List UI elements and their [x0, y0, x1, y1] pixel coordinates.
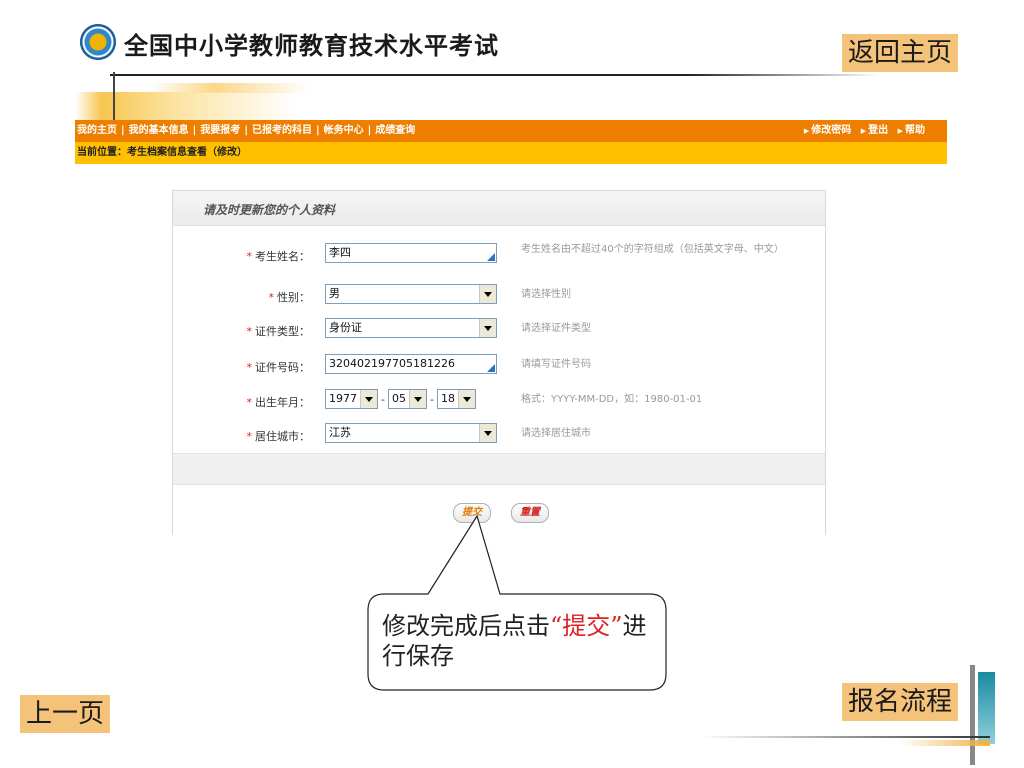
required-mark: *: [246, 396, 253, 409]
callout-text-before: 修改完成后点击: [382, 612, 550, 640]
birth-month-select[interactable]: 05: [387, 389, 427, 409]
prev-page-button[interactable]: 上一页: [20, 695, 111, 733]
nav-separator: |: [192, 125, 197, 136]
site-title: 全国中小学教师教育技术水平考试: [124, 32, 499, 60]
nav-registered-subjects[interactable]: 已报考的科目: [252, 125, 312, 136]
footer-decoration: [970, 665, 975, 765]
nav-separator: |: [121, 125, 125, 136]
name-input[interactable]: 李四: [325, 243, 497, 263]
gender-label: * 性别：: [268, 291, 311, 304]
nav-my-home[interactable]: 我的主页: [77, 125, 117, 136]
date-separator: -: [381, 392, 385, 406]
required-mark: *: [246, 250, 253, 263]
birth-hint: 格式：YYYY-MM-DD，如：1980-01-01: [521, 394, 703, 405]
arrow-right-icon: ▶: [897, 127, 903, 135]
nav-register-exam[interactable]: 我要报考: [200, 125, 240, 136]
required-mark: *: [246, 361, 253, 374]
name-label: * 考生姓名：: [246, 250, 311, 263]
form-row-name: * 考生姓名： 李四 考生姓名由不超过40个的字符组成（包括英文字母、中文）: [173, 243, 825, 269]
id-type-hint: 请选择证件类型: [521, 323, 591, 334]
panel-header: 请及时更新您的个人资料: [173, 191, 825, 226]
nav-separator: |: [315, 125, 320, 136]
registration-flow-button[interactable]: 报名流程: [842, 683, 959, 721]
nav-basic-info[interactable]: 我的基本信息: [129, 125, 189, 136]
date-separator: -: [429, 392, 434, 406]
nav-change-password[interactable]: 修改密码: [811, 125, 851, 136]
city-label: * 居住城市：: [246, 430, 311, 443]
id-number-hint: 请填写证件号码: [521, 359, 591, 370]
chevron-down-icon[interactable]: [360, 390, 377, 408]
form-divider-band: [173, 453, 825, 485]
chevron-down-icon[interactable]: [457, 390, 475, 408]
header-divider: [110, 74, 880, 76]
nav-left: 我的主页 | 我的基本信息 | 我要报考 | 已报考的科目 | 帐务中心 | 成绩查询: [77, 120, 415, 142]
form-row-id-type: * 证件类型： 身份证 请选择证件类型: [173, 318, 825, 344]
nav-score-query[interactable]: 成绩查询: [375, 125, 415, 136]
submit-button[interactable]: 提交: [453, 503, 491, 523]
profile-form-panel: 请及时更新您的个人资料 * 考生姓名： 李四 考生姓名由不超过40个的字符组成（包…: [172, 190, 826, 535]
required-mark: *: [246, 430, 253, 443]
required-mark: *: [268, 291, 275, 304]
panel-title: 请及时更新您的个人资料: [203, 203, 336, 217]
footer-decoration: [700, 736, 990, 738]
footer-decoration: [978, 672, 995, 744]
form-row-gender: * 性别： 男 请选择性别: [173, 284, 825, 310]
breadcrumb: 当前位置：考生档案信息查看（修改）: [75, 142, 947, 164]
nav-account-center[interactable]: 帐务中心: [324, 125, 364, 136]
nav-right: ▶ 修改密码 ▶ 登出 ▶ 帮助: [798, 120, 925, 142]
chevron-down-icon[interactable]: [479, 319, 496, 337]
birth-year-select[interactable]: 1977: [325, 389, 378, 409]
city-hint: 请选择居住城市: [521, 428, 591, 439]
id-number-label: * 证件号码：: [246, 361, 311, 374]
gender-hint: 请选择性别: [521, 289, 571, 300]
arrow-right-icon: ▶: [803, 127, 810, 135]
top-nav-bar: 我的主页 | 我的基本信息 | 我要报考 | 已报考的科目 | 帐务中心 | 成绩查询 ▶ 修改密码 …: [75, 120, 947, 142]
nav-help[interactable]: 帮助: [905, 125, 925, 136]
birth-day-select[interactable]: 18: [436, 389, 476, 409]
callout-text: 修改完成后点击“提交”进行保存: [382, 611, 652, 671]
form-row-birth: * 出生年月： 1977 - 05 - 18 格式：YYYY-MM-DD，如：19…: [173, 389, 825, 415]
chevron-down-icon[interactable]: [408, 390, 426, 408]
nav-logout[interactable]: 登出: [868, 125, 888, 136]
name-hint: 考生姓名由不超过40个的字符组成（包括英文字母、中文）: [521, 244, 784, 255]
chevron-down-icon[interactable]: [479, 424, 496, 442]
form-row-city: * 居住城市： 江苏 请选择居住城市: [173, 423, 825, 449]
header-divider: [113, 72, 115, 120]
callout-text-highlight: “提交”: [550, 612, 623, 640]
gender-select[interactable]: 男: [325, 284, 497, 304]
birth-label: * 出生年月：: [246, 396, 311, 409]
nav-separator: |: [244, 125, 248, 136]
header-decoration: [75, 92, 295, 120]
id-type-label: * 证件类型：: [246, 325, 311, 338]
city-select[interactable]: 江苏: [325, 423, 497, 443]
id-number-input[interactable]: 320402197705181226: [325, 354, 497, 374]
required-mark: *: [246, 325, 253, 338]
back-home-button[interactable]: 返回主页: [842, 34, 959, 72]
reset-button[interactable]: 重置: [511, 503, 549, 523]
arrow-right-icon: ▶: [860, 127, 867, 135]
id-type-select[interactable]: 身份证: [325, 318, 497, 338]
form-row-id-number: * 证件号码： 320402197705181226 请填写证件号码: [173, 354, 825, 380]
exam-logo-icon: [80, 24, 116, 60]
chevron-down-icon[interactable]: [479, 285, 496, 303]
nav-separator: |: [367, 125, 372, 136]
footer-decoration: [900, 740, 990, 746]
birth-date-picker: 1977 - 05 - 18: [325, 389, 476, 409]
